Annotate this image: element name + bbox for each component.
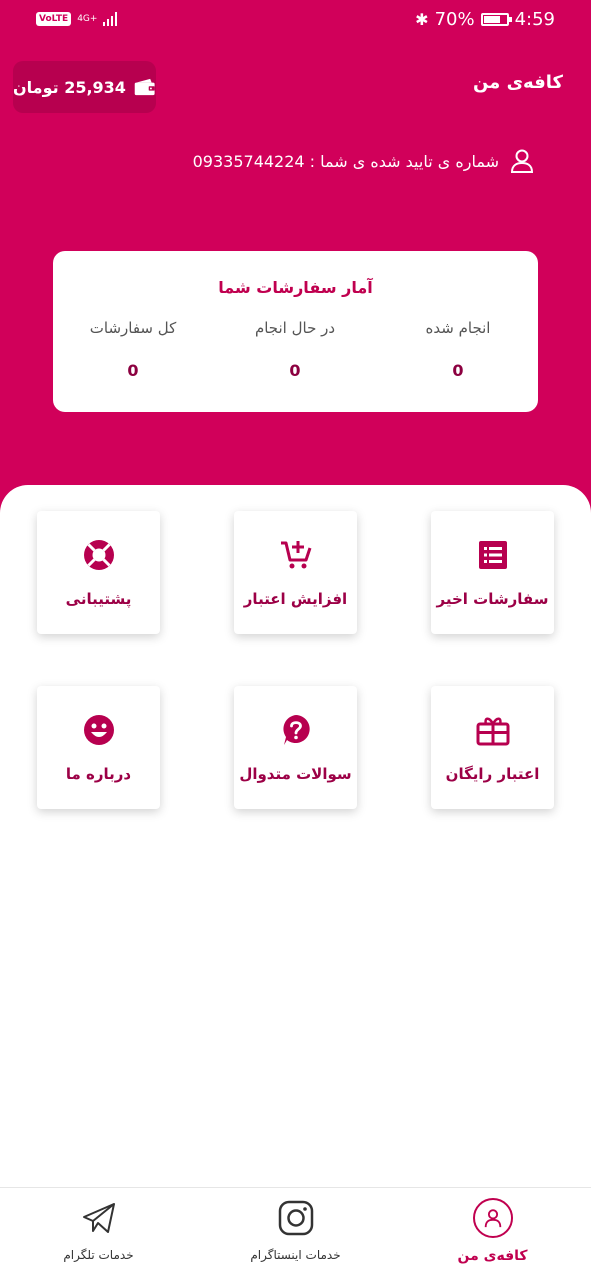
telegram-icon	[82, 1203, 115, 1233]
volte-badge: VoLTE	[36, 12, 72, 26]
tile-label: سوالات متدوال	[239, 764, 352, 783]
verified-phone: شماره ی تایید شده ی شما : 09335744224	[193, 148, 535, 174]
user-icon	[472, 1198, 513, 1238]
question-icon	[282, 714, 310, 745]
stat-label: در حال انجام	[254, 319, 336, 337]
lifebuoy-icon	[83, 539, 114, 570]
signal-icon	[103, 12, 118, 26]
tile-label: افزایش اعتبار	[243, 589, 348, 608]
nav-label: کافه‌ی من	[457, 1248, 528, 1264]
stat-completed: انجام شده 0	[378, 319, 538, 380]
recent-orders-tile[interactable]: سفارشات اخیر	[431, 511, 554, 634]
wallet-balance-button[interactable]: 25,934 تومان	[13, 61, 156, 113]
status-right: ✱ 70% 4:59	[415, 9, 555, 30]
free-credit-tile[interactable]: اعتبار رایگان	[431, 686, 554, 809]
bluetooth-icon: ✱	[415, 10, 429, 29]
clock: 4:59	[514, 9, 555, 30]
tile-label: سفارشات اخیر	[436, 589, 549, 608]
stat-in-progress: در حال انجام 0	[215, 319, 375, 380]
status-left: VoLTE 4G+	[36, 12, 118, 26]
order-stats-card: آمار سفارشات شما انجام شده 0 در حال انجا…	[53, 251, 538, 412]
stat-value: 0	[127, 361, 139, 380]
tile-label: پشتیبانی	[65, 589, 132, 608]
smile-icon	[83, 714, 114, 745]
stat-value: 0	[289, 361, 301, 380]
tile-label: درباره ما	[65, 764, 132, 783]
nav-label: خدمات تلگرام	[63, 1248, 134, 1262]
instagram-icon	[278, 1200, 313, 1236]
status-bar: VoLTE 4G+ ✱ 70% 4:59	[0, 0, 591, 42]
nav-my-cafe[interactable]: کافه‌ی من	[394, 1188, 591, 1280]
battery-icon	[480, 13, 512, 26]
nav-icon-wrap	[276, 1198, 316, 1238]
faq-tile[interactable]: سوالات متدوال	[234, 686, 357, 809]
nav-label: خدمات اینستاگرام	[250, 1248, 341, 1262]
bottom-nav: کافه‌ی من خدمات اینستاگرام خدمات تلگرام	[0, 1187, 591, 1280]
app-title: کافه‌ی من	[472, 72, 563, 93]
nav-icon-wrap	[79, 1198, 119, 1238]
gift-icon	[476, 717, 509, 745]
cart-plus-icon	[280, 540, 311, 568]
nav-instagram-services[interactable]: خدمات اینستاگرام	[197, 1188, 394, 1280]
nav-icon-wrap	[472, 1198, 513, 1238]
battery-percent: 70%	[434, 9, 475, 30]
stats-title: آمار سفارشات شما	[218, 278, 373, 297]
wallet-balance: 25,934 تومان	[13, 77, 126, 97]
user-icon	[510, 149, 534, 173]
stat-total: کل سفارشات 0	[53, 319, 213, 380]
nav-telegram-services[interactable]: خدمات تلگرام	[0, 1188, 197, 1280]
stat-label: کل سفارشات	[89, 319, 177, 337]
network-type: 4G+	[77, 13, 98, 24]
tile-label: اعتبار رایگان	[445, 764, 540, 783]
wallet-icon	[134, 78, 155, 96]
verified-phone-label: شماره ی تایید شده ی شما : 09335744224	[192, 151, 499, 171]
about-us-tile[interactable]: درباره ما	[37, 686, 160, 809]
stat-value: 0	[452, 361, 464, 380]
add-credit-tile[interactable]: افزایش اعتبار	[234, 511, 357, 634]
stat-label: انجام شده	[425, 319, 491, 337]
support-tile[interactable]: پشتیبانی	[37, 511, 160, 634]
list-icon	[478, 540, 507, 569]
